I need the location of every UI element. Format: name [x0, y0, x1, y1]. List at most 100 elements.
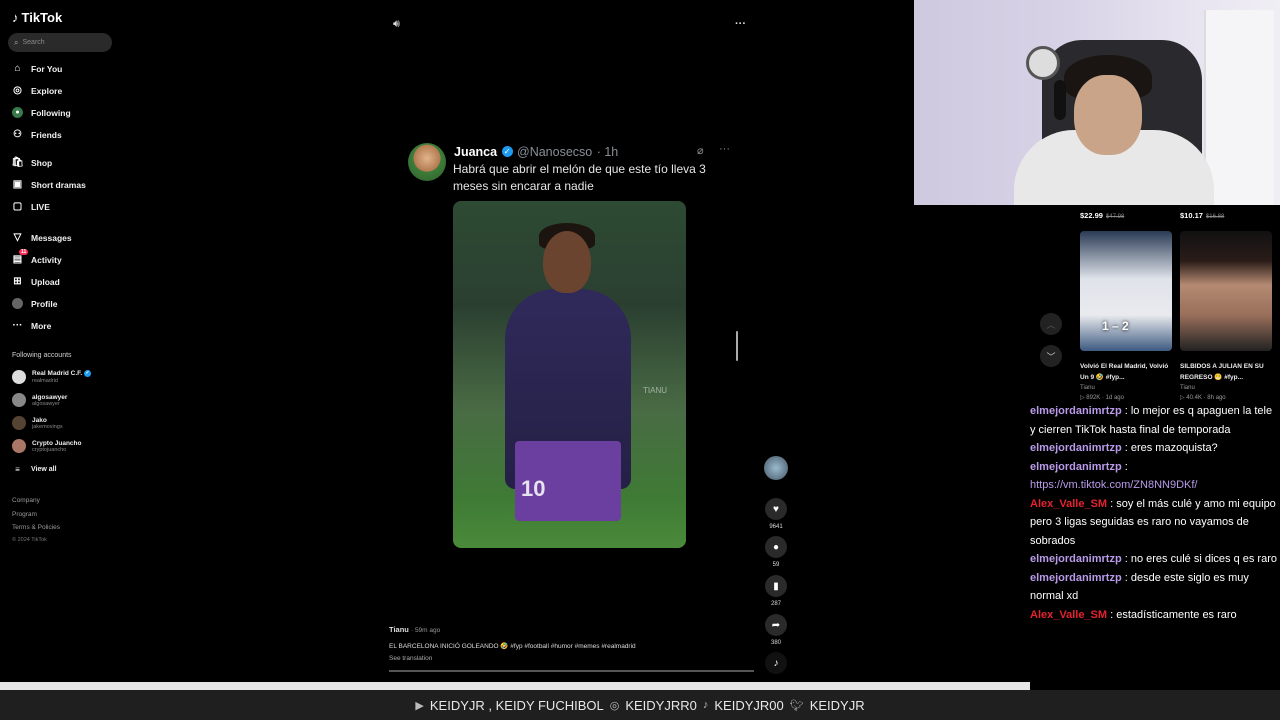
view-all-link[interactable]: ≡ View all	[12, 464, 56, 475]
tiktok-icon: ♪	[702, 699, 709, 711]
more-options-icon[interactable]: ···	[735, 18, 746, 30]
upload-icon: ⊞	[13, 276, 22, 287]
home-icon: ⌂	[14, 63, 21, 74]
search-input[interactable]: ⌕ Search	[8, 33, 112, 52]
chat-username: elmejordanimrtzp	[1030, 460, 1122, 473]
tweet-text: Habrá que abrir el melón de que este tío…	[453, 162, 706, 193]
save-button[interactable]: ▮ 287	[765, 575, 787, 607]
recommended-video-2[interactable]: $10.17 $16.88 SILBIDOS A JULIAN EN SU REG…	[1180, 205, 1276, 403]
chat-link[interactable]: https://vm.tiktok.com/ZN8NN9DKf/	[1030, 479, 1197, 491]
tiktok-sound-icon: ♪	[765, 652, 787, 674]
following-icon: ●	[12, 107, 23, 118]
video-thumbnail: 1 – 2	[1080, 231, 1172, 351]
nav-following[interactable]: ● Following	[12, 107, 71, 118]
chat-message: elmejordanimrtzp : https://vm.tiktok.com/…	[1030, 460, 1198, 492]
price: $10.17	[1180, 211, 1203, 220]
save-count: 287	[770, 601, 781, 607]
photo-watermark: TIANU	[643, 386, 667, 395]
tweet-photo: 10 TIANU	[453, 201, 686, 548]
nav-upload[interactable]: ⊞ Upload	[12, 276, 60, 287]
dramas-icon: ▣	[12, 179, 23, 190]
footer-terms[interactable]: Terms & Policies	[12, 524, 60, 531]
score-overlay: 1 – 2	[1102, 319, 1129, 333]
twitter-icon: 🐦︎	[789, 699, 804, 712]
nav-profile[interactable]: Profile	[12, 298, 57, 309]
chevron-up-icon: ︿	[1046, 319, 1056, 330]
price: $22.99	[1080, 211, 1103, 220]
more-icon: ···	[12, 320, 23, 331]
footer-company[interactable]: Company	[12, 497, 40, 504]
nav-live[interactable]: ▢ LIVE	[12, 201, 50, 212]
video-title: SILBIDOS A JULIAN EN SU REGRESO 😬 #fyp..…	[1180, 363, 1264, 381]
profile-icon	[12, 298, 23, 309]
comment-button[interactable]: ● 59	[765, 536, 787, 568]
nav-explore[interactable]: ◎ Explore	[12, 85, 62, 96]
shirt-number: 10	[521, 476, 546, 501]
webcam-feed	[914, 0, 1280, 205]
old-price: $16.88	[1205, 214, 1225, 220]
creator-avatar-button[interactable]	[764, 456, 788, 480]
account-item[interactable]: Jako jakemovings	[12, 416, 63, 430]
search-icon: ⌕	[14, 37, 19, 47]
next-video-button[interactable]: ﹀	[1040, 345, 1062, 367]
door	[1204, 10, 1274, 205]
caption-time: · 59m ago	[410, 627, 441, 634]
brand-name: TikTok	[21, 10, 63, 25]
see-translation-link[interactable]: See translation	[389, 655, 432, 662]
account-item[interactable]: Crypto Juancho cryptojuancho	[12, 439, 81, 453]
nav-short-dramas[interactable]: ▣ Short dramas	[12, 179, 86, 190]
creator-avatar	[764, 456, 788, 480]
search-placeholder: Search	[22, 39, 45, 46]
activity-badge: 11	[19, 249, 29, 255]
verified-icon: ✓	[84, 370, 92, 378]
tiktok-logo[interactable]: ♪ TikTok	[12, 10, 62, 25]
caption-author[interactable]: Tianu · 59m ago	[389, 625, 440, 634]
youtube-icon: ▶	[415, 699, 424, 712]
share-button[interactable]: ➦ 380	[765, 614, 787, 646]
comment-icon: ●	[765, 536, 787, 558]
chevron-down-icon: ﹀	[1046, 351, 1056, 362]
chat-username: elmejordanimrtzp	[1030, 553, 1122, 565]
real-madrid-crest	[1026, 46, 1060, 80]
chat-username: elmejordanimrtzp	[1030, 571, 1122, 584]
footer-program[interactable]: Program	[12, 511, 37, 518]
video-author: Tianu	[1080, 385, 1095, 391]
volume-icon[interactable]: 🔊︎	[393, 18, 400, 31]
verified-icon: ✓	[501, 146, 513, 158]
chat-message: elmejordanimrtzp : eres mazoquista?	[1030, 442, 1218, 454]
account-item[interactable]: Real Madrid C.F. ✓ realmadrid	[12, 370, 92, 384]
caption-description: EL BARCELONA INICIÓ GOLEANDO 🤣 #fyp #foo…	[389, 643, 636, 650]
instagram-handle: KEIDYJRR0	[625, 697, 697, 713]
nav-more[interactable]: ··· More	[12, 320, 52, 331]
nav-friends[interactable]: ⚇ Friends	[12, 129, 62, 140]
video-title: Volvió El Real Madrid, Volvió Un 9 🤣 #fy…	[1080, 363, 1169, 381]
tiktok-note-icon: ♪	[12, 10, 19, 25]
nav-activity[interactable]: ▤ 11 Activity	[12, 249, 62, 265]
bookmark-icon: ▮	[765, 575, 787, 597]
video-scrollbar[interactable]	[736, 331, 738, 361]
activity-icon: ▤ 11	[12, 249, 29, 265]
nav-shop[interactable]: 🛍 Shop	[11, 157, 52, 168]
avatar	[12, 416, 26, 430]
nav-messages[interactable]: ▽ Messages	[12, 232, 72, 243]
chat-username: elmejordanimrtzp	[1030, 442, 1122, 454]
video-progress-bar[interactable]	[389, 670, 754, 672]
twitter-handle: KEIDYJR	[809, 697, 865, 713]
nav-for-you[interactable]: ⌂ For You	[12, 63, 62, 74]
recommended-video-1[interactable]: $22.99 $47.98 1 – 2 Volvió El Real Madrid…	[1080, 205, 1176, 403]
video-thumbnail	[1180, 231, 1272, 351]
tiktok-handle: KEIDYJR00	[714, 697, 784, 713]
share-icon: ➦	[765, 614, 787, 636]
old-price: $47.98	[1105, 214, 1125, 220]
avatar	[12, 439, 26, 453]
account-item[interactable]: algosawyer algosawyer	[12, 393, 67, 407]
heart-icon: ♥	[765, 498, 787, 520]
compass-icon: ◎	[13, 85, 22, 96]
previous-video-button[interactable]: ︿	[1040, 313, 1062, 335]
footer-copyright: © 2024 TikTok	[12, 537, 47, 543]
like-count: 9641	[769, 524, 783, 530]
grok-icon: ⌀	[697, 145, 704, 157]
stream-chat: elmejordanimrtzp : lo mejor es q apaguen…	[1030, 402, 1280, 624]
like-button[interactable]: ♥ 9641	[765, 498, 787, 530]
sound-button[interactable]: ♪	[765, 652, 787, 674]
